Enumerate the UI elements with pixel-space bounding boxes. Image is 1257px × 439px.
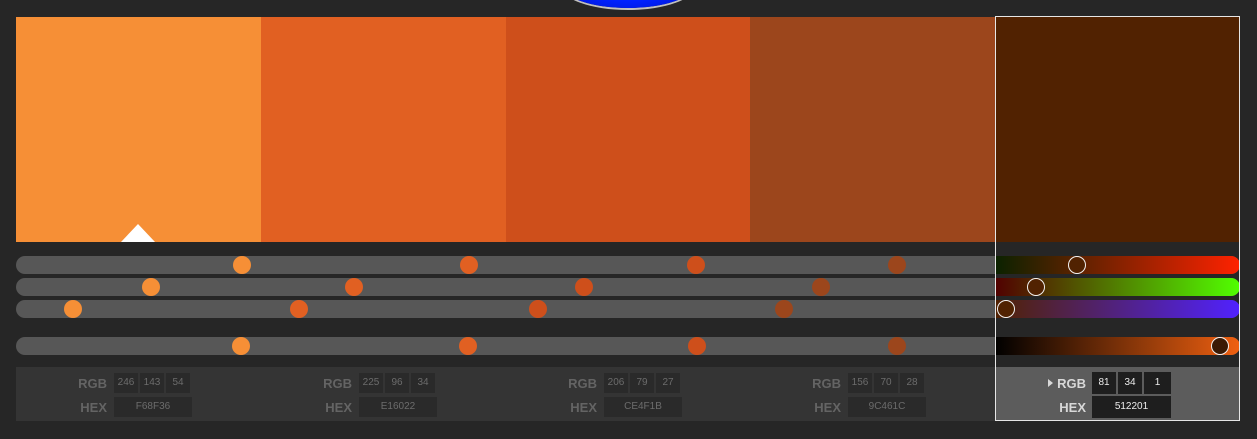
- rgb-label: RGB: [568, 376, 597, 391]
- blue-handle-swatch-4[interactable]: [775, 300, 793, 318]
- blue-value[interactable]: 54: [166, 373, 190, 393]
- brightness-handle-swatch-2[interactable]: [459, 337, 477, 355]
- brightness-handle-swatch-3[interactable]: [688, 337, 706, 355]
- blue-value[interactable]: 34: [411, 373, 435, 393]
- hex-value[interactable]: 9C461C: [848, 397, 926, 417]
- blue-value[interactable]: 27: [656, 373, 680, 393]
- swatch-row: [16, 17, 1240, 242]
- red-value[interactable]: 246: [114, 373, 138, 393]
- green-handle-swatch-4[interactable]: [812, 278, 830, 296]
- blue-handle-swatch-3[interactable]: [529, 300, 547, 318]
- hex-value[interactable]: CE4F1B: [604, 397, 682, 417]
- hex-value[interactable]: F68F36: [114, 397, 192, 417]
- red-value[interactable]: 225: [359, 373, 383, 393]
- hex-label: HEX: [325, 400, 352, 415]
- hex-label: HEX: [80, 400, 107, 415]
- color-values-swatch-4: RGB 156 70 28 HEX 9C461C: [750, 367, 995, 421]
- blue-value[interactable]: 28: [900, 373, 924, 393]
- red-handle-swatch-3[interactable]: [687, 256, 705, 274]
- color-swatch-3[interactable]: [506, 17, 750, 242]
- brightness-handle-swatch-1[interactable]: [232, 337, 250, 355]
- green-handle-swatch-1[interactable]: [142, 278, 160, 296]
- color-swatch-1[interactable]: [16, 17, 261, 242]
- rgb-label: RGB: [78, 376, 107, 391]
- green-value[interactable]: 96: [385, 373, 409, 393]
- red-value[interactable]: 206: [604, 373, 628, 393]
- brightness-gradient-slider[interactable]: [995, 337, 1240, 355]
- green-value[interactable]: 79: [630, 373, 654, 393]
- rgb-label: RGB: [812, 376, 841, 391]
- red-value[interactable]: 156: [848, 373, 872, 393]
- red-handle-swatch-1[interactable]: [233, 256, 251, 274]
- color-swatch-2[interactable]: [261, 17, 506, 242]
- hex-label: HEX: [1059, 400, 1086, 415]
- rgb-label: RGB: [1057, 376, 1086, 391]
- brightness-slider-knob[interactable]: [1211, 337, 1229, 355]
- red-value[interactable]: 81: [1092, 372, 1116, 394]
- red-handle-swatch-4[interactable]: [888, 256, 906, 274]
- green-handle-swatch-3[interactable]: [575, 278, 593, 296]
- hex-label: HEX: [814, 400, 841, 415]
- color-swatch-4[interactable]: [750, 17, 995, 242]
- color-swatch-5[interactable]: [995, 17, 1240, 242]
- green-value[interactable]: 143: [140, 373, 164, 393]
- red-gradient-slider[interactable]: [995, 256, 1240, 274]
- blue-gradient-slider[interactable]: [995, 300, 1240, 318]
- color-wheel-edge[interactable]: [562, 0, 694, 8]
- green-value[interactable]: 34: [1118, 372, 1142, 394]
- hex-value[interactable]: 512201: [1092, 396, 1171, 418]
- blue-handle-swatch-2[interactable]: [290, 300, 308, 318]
- rgb-label: RGB: [323, 376, 352, 391]
- hex-value[interactable]: E16022: [359, 397, 437, 417]
- color-values-swatch-2: RGB 225 96 34 HEX E16022: [261, 367, 506, 421]
- color-values-swatch-1: RGB 246 143 54 HEX F68F36: [16, 367, 261, 421]
- blue-value[interactable]: 1: [1144, 372, 1171, 394]
- green-handle-swatch-2[interactable]: [345, 278, 363, 296]
- color-values-swatch-3: RGB 206 79 27 HEX CE4F1B: [506, 367, 750, 421]
- hex-label: HEX: [570, 400, 597, 415]
- blue-handle-swatch-1[interactable]: [64, 300, 82, 318]
- green-value[interactable]: 70: [874, 373, 898, 393]
- red-handle-swatch-2[interactable]: [460, 256, 478, 274]
- green-slider-knob[interactable]: [1027, 278, 1045, 296]
- blue-slider-knob[interactable]: [997, 300, 1015, 318]
- brightness-handle-swatch-4[interactable]: [888, 337, 906, 355]
- red-slider-knob[interactable]: [1068, 256, 1086, 274]
- color-values-swatch-5: RGB 81 34 1 HEX 512201: [995, 367, 1240, 421]
- base-color-marker: [121, 224, 155, 242]
